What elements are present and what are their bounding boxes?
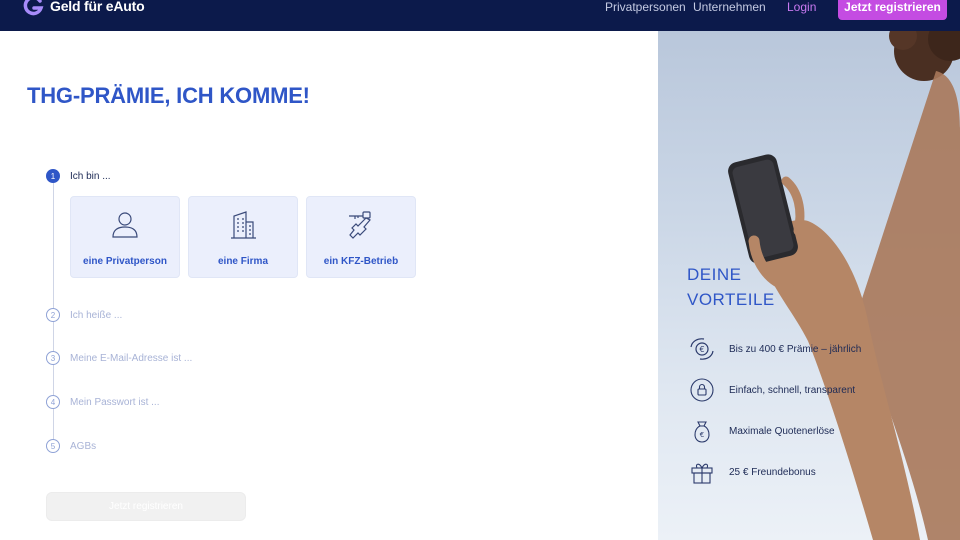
step-label: Ich bin ... xyxy=(70,170,111,182)
car-keys-icon xyxy=(349,211,371,239)
step-2[interactable]: 2 Ich heiße ... xyxy=(46,308,122,322)
step-label: Mein Passwort ist ... xyxy=(70,396,160,408)
benefits-title-line: VORTEILE xyxy=(687,290,775,309)
step-label: AGBs xyxy=(70,440,97,452)
money-bag-icon: € xyxy=(694,421,710,443)
step-5[interactable]: 5 AGBs xyxy=(46,439,96,453)
brand-logo[interactable]: Geld für eAuto xyxy=(22,0,145,18)
option-privatperson[interactable]: eine Privatperson xyxy=(70,196,180,278)
step-label: Meine E-Mail-Adresse ist ... xyxy=(70,352,193,364)
step-number: 5 xyxy=(46,439,60,453)
benefit-item: 25 € Freundebonus xyxy=(689,459,816,485)
step-3[interactable]: 3 Meine E-Mail-Adresse ist ... xyxy=(46,351,192,365)
benefits-title-line: DEINE xyxy=(687,265,742,284)
register-button-header[interactable]: Jetzt registrieren xyxy=(838,0,947,20)
page-title: THG-PRÄMIE, ICH KOMME! xyxy=(27,83,310,108)
option-firma[interactable]: eine Firma xyxy=(188,196,298,278)
option-label: ein KFZ-Betrieb xyxy=(323,256,399,267)
brand-g-icon xyxy=(23,0,44,16)
benefit-text: Bis zu 400 € Prämie – jährlich xyxy=(729,343,862,355)
nav-login[interactable]: Login xyxy=(787,0,816,14)
register-submit-button[interactable]: Jetzt registrieren xyxy=(46,492,246,521)
step-label: Ich heiße ... xyxy=(70,309,123,321)
building-icon xyxy=(231,211,256,239)
benefits-title: DEINE VORTEILE xyxy=(687,262,775,312)
person-icon xyxy=(112,212,138,238)
top-navigation: Geld für eAuto Privatpersonen Unternehme… xyxy=(0,0,960,31)
brand-name: Geld für eAuto xyxy=(50,0,145,14)
benefit-text: Einfach, schnell, transparent xyxy=(729,384,856,396)
benefit-text: 25 € Freundebonus xyxy=(729,466,816,478)
user-type-options: eine Privatperson eine Firma ein KFZ-Bet… xyxy=(70,196,416,278)
benefit-item: € Bis zu 400 € Prämie – jährlich xyxy=(689,336,861,362)
step-number: 1 xyxy=(46,169,60,183)
lock-cycle-icon xyxy=(690,378,714,402)
gift-icon xyxy=(691,463,713,484)
step-number: 4 xyxy=(46,395,60,409)
benefit-item: Einfach, schnell, transparent xyxy=(689,377,855,403)
step-number: 3 xyxy=(46,351,60,365)
step-1[interactable]: 1 Ich bin ... xyxy=(46,169,111,183)
benefit-item: € Maximale Quotenerlöse xyxy=(689,418,835,444)
euro-cycle-icon: € xyxy=(690,338,714,360)
step-4[interactable]: 4 Mein Passwort ist ... xyxy=(46,395,159,409)
nav-unternehmen[interactable]: Unternehmen xyxy=(693,0,766,14)
nav-privatpersonen[interactable]: Privatpersonen xyxy=(605,0,686,14)
option-label: eine Privatperson xyxy=(83,256,167,267)
svg-text:€: € xyxy=(700,431,704,439)
option-kfz-betrieb[interactable]: ein KFZ-Betrieb xyxy=(306,196,416,278)
step-number: 2 xyxy=(46,308,60,322)
benefit-text: Maximale Quotenerlöse xyxy=(729,425,835,437)
benefits-panel: DEINE VORTEILE € Bis zu 400 € Prämie – j… xyxy=(658,31,960,540)
option-label: eine Firma xyxy=(217,256,269,267)
svg-text:€: € xyxy=(699,345,704,354)
